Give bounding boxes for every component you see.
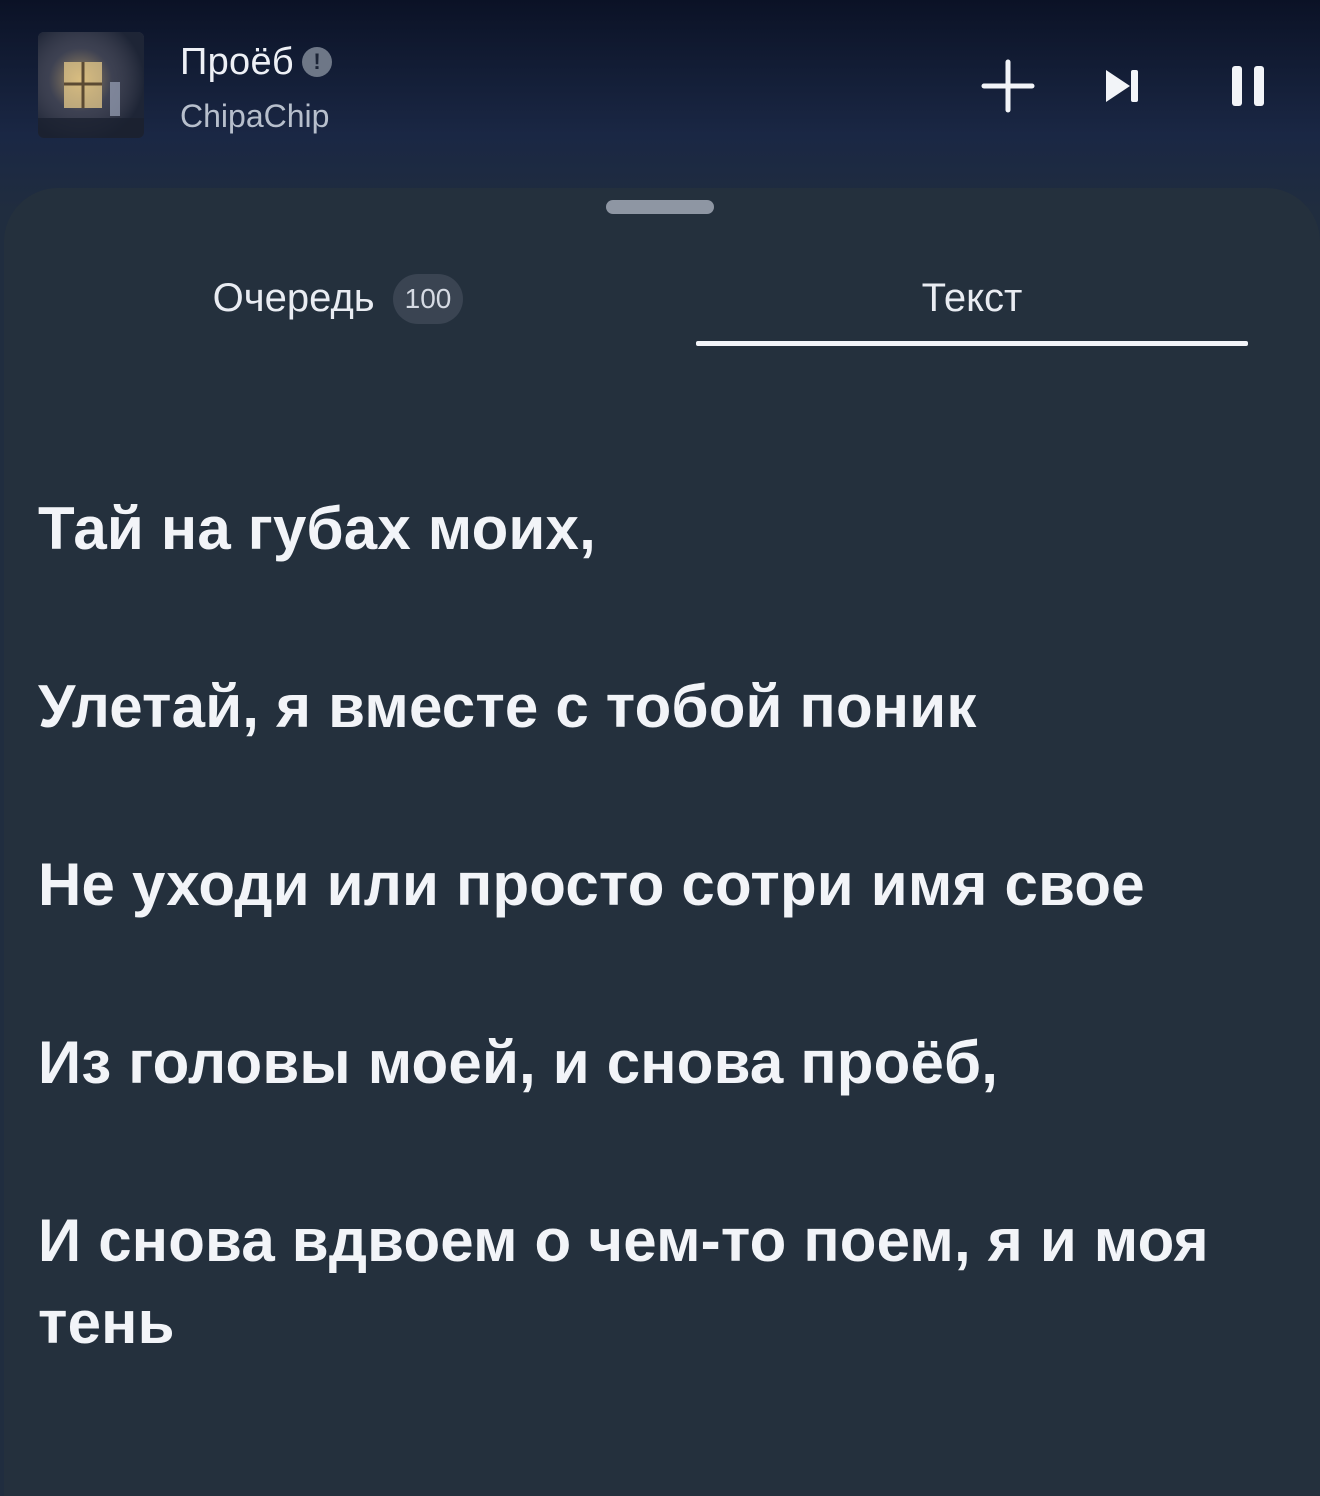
plus-icon: [981, 59, 1035, 113]
track-artist[interactable]: ChipaChip: [180, 98, 329, 135]
album-cover[interactable]: [38, 32, 144, 138]
lyric-line[interactable]: Из головы моей, и снова проёб,: [38, 1022, 1268, 1104]
tab-lyrics-label: Текст: [921, 276, 1023, 320]
lyric-line[interactable]: Улетай, я вместе с тобой поник: [38, 666, 1268, 748]
tab-queue[interactable]: Очередь 100: [44, 258, 632, 352]
tab-lyrics[interactable]: Текст: [696, 258, 1248, 352]
pause-button[interactable]: [1218, 56, 1278, 116]
lyrics-sheet: Очередь 100 Текст Тай на губах моих, Уле…: [4, 188, 1320, 1496]
lyric-line[interactable]: Тай на губах моих,: [38, 488, 1268, 570]
lyric-line[interactable]: Не уходи или просто сотри имя свое: [38, 844, 1268, 926]
queue-count-badge: 100: [392, 274, 464, 324]
pause-icon: [1232, 66, 1264, 106]
next-track-button[interactable]: [1092, 56, 1152, 116]
sheet-tabs: Очередь 100 Текст: [4, 258, 1320, 352]
tab-queue-label: Очередь: [212, 276, 375, 320]
mini-player[interactable]: Проёб ! ChipaChip: [0, 0, 1320, 190]
sheet-drag-handle[interactable]: [606, 200, 714, 214]
track-title: Проёб: [180, 40, 294, 83]
track-title-row[interactable]: Проёб !: [180, 38, 332, 86]
explicit-badge: !: [301, 47, 332, 77]
lyric-line[interactable]: И снова вдвоем о чем-то поем, я и моя те…: [38, 1200, 1268, 1364]
lyrics-content: Тай на губах моих, Улетай, я вместе с то…: [38, 488, 1268, 1460]
skip-next-icon: [1106, 70, 1138, 102]
app-root: Проёб ! ChipaChip Очередь 100 Текст Тай …: [0, 0, 1320, 1496]
active-tab-indicator: [696, 341, 1248, 346]
add-to-library-button[interactable]: [978, 56, 1038, 116]
